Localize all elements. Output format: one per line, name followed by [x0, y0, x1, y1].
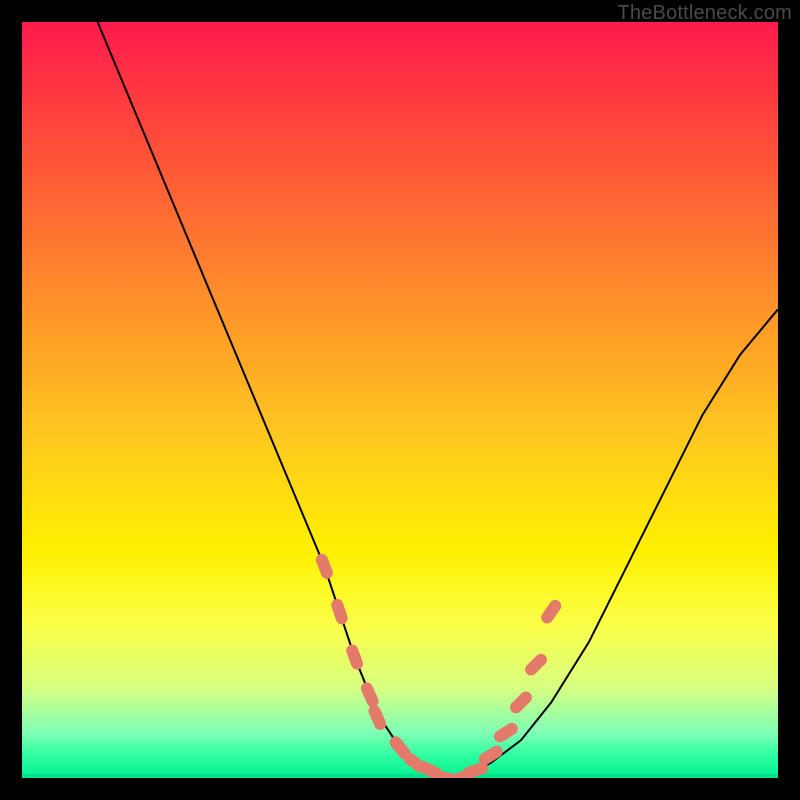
- chart-frame: TheBottleneck.com: [0, 0, 800, 800]
- marker-dots-group: [322, 560, 555, 778]
- marker-dot: [531, 660, 541, 670]
- marker-dot: [375, 711, 381, 724]
- plot-area: [22, 22, 778, 778]
- marker-dot: [337, 605, 341, 618]
- watermark-text: TheBottleneck.com: [617, 2, 792, 25]
- marker-dot: [516, 698, 526, 708]
- marker-dot: [322, 560, 327, 573]
- marker-dot: [469, 768, 482, 773]
- marker-dot: [547, 606, 555, 618]
- curve-layer: [22, 22, 778, 778]
- marker-dot: [500, 729, 512, 736]
- marker-dot: [396, 742, 405, 753]
- marker-dot: [367, 688, 373, 701]
- marker-dot: [485, 752, 497, 759]
- bottleneck-curve: [98, 22, 778, 778]
- marker-dot: [352, 651, 357, 664]
